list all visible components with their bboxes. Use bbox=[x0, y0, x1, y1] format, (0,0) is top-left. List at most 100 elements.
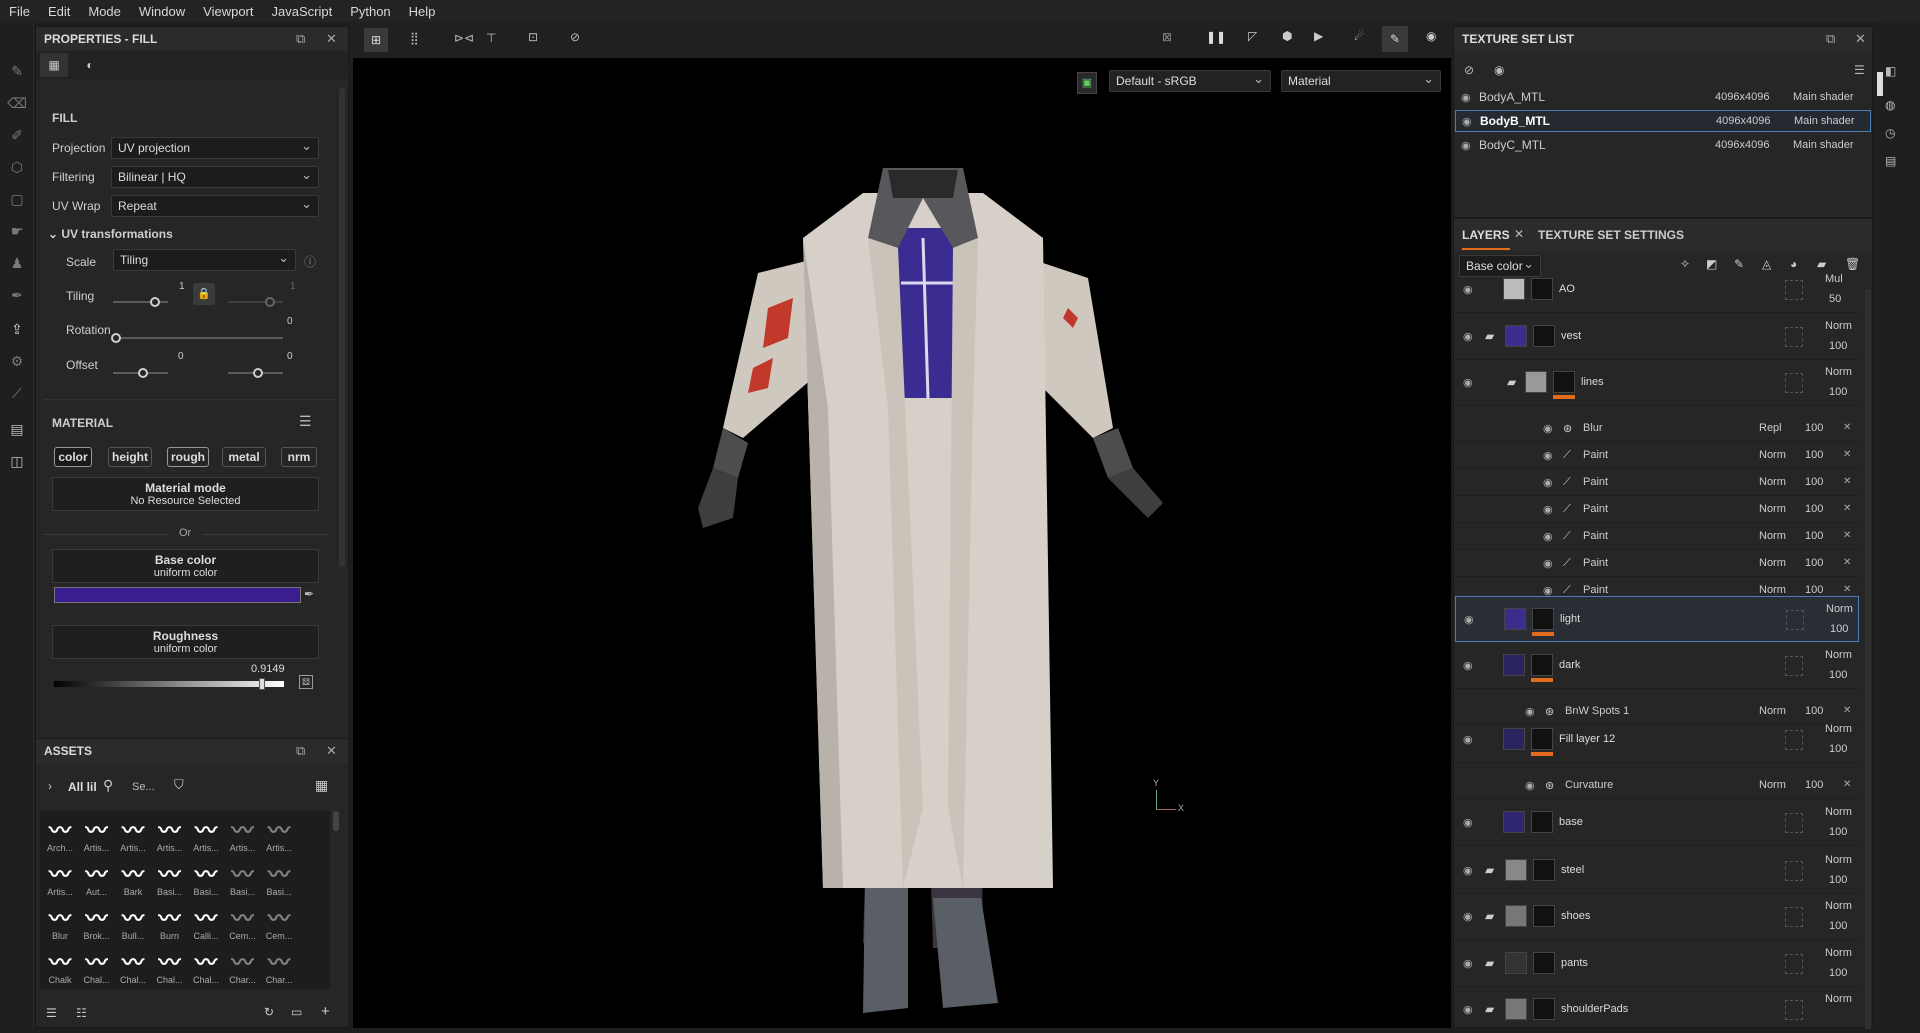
scale-dropdown[interactable]: Tiling bbox=[113, 249, 296, 271]
layer-row[interactable]: ◉ ⟋ Paint Norm 100 ✕ bbox=[1455, 470, 1859, 496]
blend-mode[interactable]: Norm bbox=[1759, 705, 1786, 717]
layer-row[interactable]: ◉ ⟋ Paint Norm 100 ✕ bbox=[1455, 524, 1859, 550]
asset-item[interactable]: 〰 Artis... bbox=[44, 859, 76, 901]
blend-mode[interactable]: Repl bbox=[1759, 422, 1782, 434]
asset-item[interactable]: 〰 Char... bbox=[263, 947, 295, 989]
eye-icon[interactable]: ◉ bbox=[1543, 422, 1553, 435]
asset-item[interactable]: 〰 Basi... bbox=[263, 859, 295, 901]
display-icon[interactable]: ▣ bbox=[1077, 72, 1097, 94]
remove-icon[interactable]: ✕ bbox=[1843, 530, 1851, 541]
eye-icon[interactable]: ◉ bbox=[1543, 449, 1553, 462]
offset-slider-a[interactable] bbox=[113, 368, 168, 378]
list-icon[interactable]: ☰ bbox=[46, 1006, 57, 1020]
asset-item[interactable]: 〰 Burn bbox=[154, 903, 186, 945]
opacity-value[interactable]: 100 bbox=[1805, 779, 1823, 791]
opacity-value[interactable]: 100 bbox=[1830, 623, 1848, 635]
assets-search-input[interactable]: Se... bbox=[132, 781, 155, 793]
menu-viewport[interactable]: Viewport bbox=[194, 4, 262, 19]
blend-mode[interactable]: Norm bbox=[1825, 366, 1852, 378]
asset-item[interactable]: 〰 Calli... bbox=[190, 903, 222, 945]
layer-row[interactable]: ◉ base Norm 100 bbox=[1455, 800, 1859, 846]
texture-set-icon[interactable]: ◧ bbox=[1885, 64, 1896, 78]
layer-row[interactable]: ◉ ▰ steel Norm 100 bbox=[1455, 848, 1859, 894]
eye-icon[interactable]: ◉ bbox=[1463, 376, 1473, 389]
asset-item[interactable]: 〰 Arch... bbox=[44, 815, 76, 857]
asset-item[interactable]: 〰 Blur bbox=[44, 903, 76, 945]
eye-icon[interactable]: ◉ bbox=[1463, 733, 1473, 746]
eye-icon[interactable]: ◉ bbox=[1543, 476, 1553, 489]
layer-row[interactable]: ◉ ▰ shoes Norm 100 bbox=[1455, 894, 1859, 940]
blend-mode[interactable]: Norm bbox=[1825, 947, 1852, 959]
pause-icon[interactable]: ❚❚ bbox=[1206, 30, 1226, 44]
layer-mask-slot[interactable] bbox=[1785, 1000, 1803, 1020]
layer-row[interactable]: ◉ ▰ lines Norm 100 bbox=[1455, 360, 1859, 406]
random-seed-icon[interactable]: ⚄ bbox=[299, 675, 313, 689]
close-icon[interactable]: ✕ bbox=[326, 743, 337, 759]
asset-item[interactable]: 〰 Cem... bbox=[263, 903, 295, 945]
eye-icon[interactable]: ◉ bbox=[1543, 557, 1553, 570]
base-color-swatch[interactable] bbox=[54, 587, 301, 603]
tiling-slider-b[interactable] bbox=[228, 297, 283, 307]
perspective-icon[interactable]: ◸ bbox=[1248, 29, 1257, 43]
geometry-mask-icon[interactable]: ⬡ bbox=[8, 158, 26, 176]
roughness-slider[interactable] bbox=[54, 678, 284, 690]
align-icon[interactable]: ⊤ bbox=[486, 31, 496, 45]
asset-item[interactable]: 〰 Cem... bbox=[227, 903, 259, 945]
menu-edit[interactable]: Edit bbox=[39, 4, 79, 19]
lock-icon[interactable]: 🔒 bbox=[193, 283, 215, 305]
eye-icon[interactable]: ◉ bbox=[1525, 779, 1535, 792]
asset-item[interactable]: 〰 Artis... bbox=[263, 815, 295, 857]
layer-row[interactable]: ◉ ▰ pants Norm 100 bbox=[1455, 941, 1859, 987]
asset-item[interactable]: 〰 Bull... bbox=[117, 903, 149, 945]
colorspace-dropdown[interactable]: Default - sRGB bbox=[1109, 70, 1271, 92]
folder-icon[interactable]: ▭ bbox=[291, 1005, 302, 1019]
asset-item[interactable]: 〰 Chal... bbox=[117, 947, 149, 989]
remove-icon[interactable]: ✕ bbox=[1843, 422, 1851, 433]
opacity-value[interactable]: 100 bbox=[1805, 503, 1823, 515]
projection-dropdown[interactable]: UV projection bbox=[111, 137, 319, 159]
texture-set-row[interactable]: ◉ BodyB_MTL 4096x4096 Main shader bbox=[1455, 110, 1871, 132]
close-icon[interactable]: ✕ bbox=[326, 31, 337, 47]
export-icon[interactable]: ⇪ bbox=[8, 320, 26, 338]
viewer-settings-icon[interactable]: ◫ bbox=[8, 452, 26, 470]
layer-row[interactable]: ◉ ⟋ Paint Norm 100 ✕ bbox=[1455, 551, 1859, 577]
blend-mode[interactable]: Norm bbox=[1825, 993, 1852, 1005]
remove-icon[interactable]: ✕ bbox=[1843, 476, 1851, 487]
opacity-value[interactable]: 100 bbox=[1805, 584, 1823, 596]
remove-icon[interactable]: ✕ bbox=[1843, 705, 1851, 716]
blend-mode[interactable]: Norm bbox=[1825, 806, 1852, 818]
channel-nrm-button[interactable]: nrm bbox=[281, 447, 317, 467]
menu-help[interactable]: Help bbox=[400, 4, 445, 19]
eye-icon[interactable]: ◉ bbox=[1463, 659, 1473, 672]
asset-item[interactable]: 〰 Chal... bbox=[81, 947, 113, 989]
offset-slider-b[interactable] bbox=[228, 368, 283, 378]
eye-icon[interactable]: ◉ bbox=[1461, 139, 1471, 152]
menu-mode[interactable]: Mode bbox=[79, 4, 130, 19]
dock-handle[interactable] bbox=[1877, 72, 1883, 96]
blend-mode[interactable]: Norm bbox=[1825, 854, 1852, 866]
add-icon[interactable]: + bbox=[321, 1003, 330, 1020]
opacity-value[interactable]: 100 bbox=[1805, 705, 1823, 717]
texture-set-row[interactable]: ◉ BodyA_MTL 4096x4096 Main shader bbox=[1455, 86, 1871, 108]
opacity-value[interactable]: 100 bbox=[1805, 422, 1823, 434]
uvwrap-dropdown[interactable]: Repeat bbox=[111, 195, 319, 217]
projection-icon[interactable]: ✐ bbox=[8, 126, 26, 144]
properties-tab-icon[interactable]: ▦ bbox=[40, 53, 68, 77]
layer-mask-slot[interactable] bbox=[1785, 656, 1803, 676]
lighting-icon[interactable]: ☄ bbox=[1354, 29, 1365, 43]
eye-icon[interactable]: ◉ bbox=[1463, 957, 1473, 970]
properties-scrollbar[interactable] bbox=[339, 87, 345, 567]
layer-mask-slot[interactable] bbox=[1785, 907, 1803, 927]
eye-icon[interactable]: ◉ bbox=[1462, 115, 1472, 128]
opacity-value[interactable]: 100 bbox=[1805, 557, 1823, 569]
layer-mask-slot[interactable] bbox=[1785, 373, 1803, 393]
tiling-grid-icon[interactable]: ⣿ bbox=[410, 31, 419, 45]
undock-icon[interactable]: ⧉ bbox=[296, 31, 305, 47]
layer-row[interactable]: ◉ ▰ shoulderPads Norm bbox=[1455, 987, 1859, 1033]
blend-mode[interactable]: Norm bbox=[1759, 584, 1786, 596]
asset-item[interactable]: 〰 Artis... bbox=[190, 815, 222, 857]
blend-mode[interactable]: Norm bbox=[1759, 476, 1786, 488]
history-icon[interactable]: ◷ bbox=[1885, 126, 1895, 140]
clone-icon[interactable]: ▢ bbox=[8, 190, 26, 208]
asset-item[interactable]: 〰 Chal... bbox=[154, 947, 186, 989]
